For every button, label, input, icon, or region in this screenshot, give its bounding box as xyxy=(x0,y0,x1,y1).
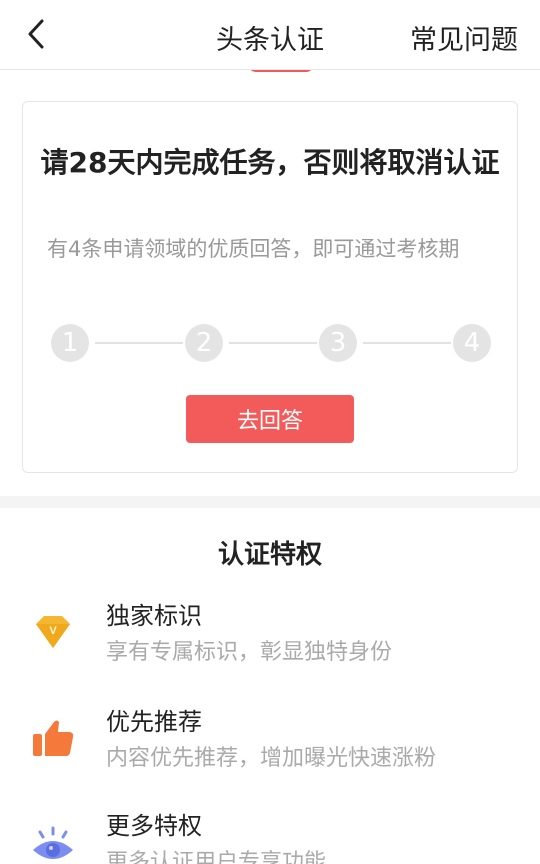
privilege-name: 独家标识 xyxy=(106,602,202,630)
task-title: 请28天内完成任务，否则将取消认证 xyxy=(40,146,500,179)
step-connector xyxy=(95,342,183,344)
step-progress: 1 2 3 4 xyxy=(51,324,491,362)
task-card: 请28天内完成任务，否则将取消认证 有4条申请领域的优质回答，即可通过考核期 1… xyxy=(22,101,518,473)
privilege-description: 更多认证用户专享功能 xyxy=(106,850,327,864)
privilege-description: 内容优先推荐，增加曝光快速涨粉 xyxy=(106,746,437,771)
faq-link[interactable]: 常见问题 xyxy=(410,18,518,57)
step-3: 3 xyxy=(319,324,357,362)
eye-icon xyxy=(33,826,73,859)
privileges-title: 认证特权 xyxy=(217,540,322,570)
diamond-v-icon: V xyxy=(36,616,70,648)
step-connector xyxy=(363,342,451,344)
privilege-name: 更多特权 xyxy=(106,812,202,840)
svg-text:V: V xyxy=(49,625,57,637)
go-answer-button[interactable]: 去回答 xyxy=(186,395,354,443)
step-connector xyxy=(229,342,317,344)
task-description: 有4条申请领域的优质回答，即可通过考核期 xyxy=(47,237,460,261)
step-1: 1 xyxy=(51,324,89,362)
privilege-item-exclusive-badge: V 独家标识 享有专属标识，彰显独特身份 xyxy=(0,596,540,686)
step-2: 2 xyxy=(185,324,223,362)
privilege-name: 优先推荐 xyxy=(106,708,202,736)
thumbs-up-icon xyxy=(33,720,74,756)
privilege-description: 享有专属标识，彰显独特身份 xyxy=(106,640,393,665)
privilege-item-priority-recommend: 优先推荐 内容优先推荐，增加曝光快速涨粉 xyxy=(0,702,540,792)
privilege-item-more-privileges: 更多特权 更多认证用户专享功能 xyxy=(0,806,540,864)
section-divider xyxy=(0,496,540,508)
top-navbar: 头条认证 常见问题 xyxy=(0,0,540,70)
step-4: 4 xyxy=(453,324,491,362)
